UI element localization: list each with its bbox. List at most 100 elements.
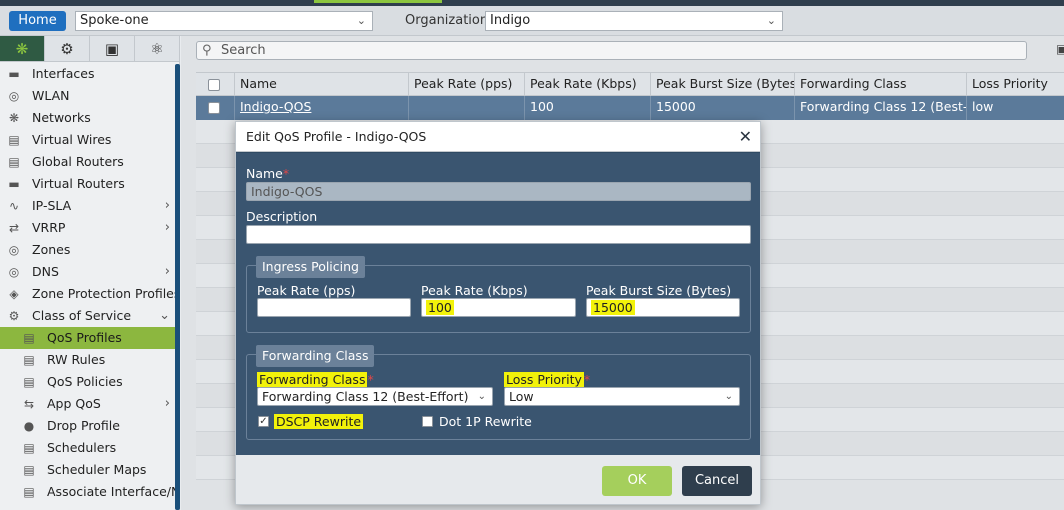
row-peak-pps — [409, 96, 525, 120]
row-checkbox[interactable] — [208, 101, 220, 114]
network-icon[interactable]: ❋ — [0, 36, 45, 62]
col-peak-kbps[interactable]: Peak Rate (Kbps) — [525, 73, 651, 97]
select-all-cell — [196, 73, 235, 97]
chevron-down-icon: ⌄ — [477, 391, 486, 402]
dot1p-rewrite-label: Dot 1P Rewrite — [439, 414, 532, 429]
edit-qos-dialog: Edit QoS Profile - Indigo-QOS ✕ Name* In… — [235, 121, 761, 505]
sidebar-item-wlan[interactable]: ◎ WLAN — [0, 85, 176, 107]
export-icon[interactable]: ▣ — [1056, 42, 1064, 56]
search-placeholder: Search — [221, 43, 266, 58]
chevron-right-icon: › — [164, 396, 170, 411]
drop-icon: ● — [23, 419, 35, 433]
sidebar-item-virtual-wires[interactable]: ▤ Virtual Wires — [0, 129, 176, 151]
sidebar-list: ▬ Interfaces ◎ WLAN ❋ Networks ▤ Virtual Wir… — [0, 63, 192, 503]
loss-priority-label: Loss Priority * — [504, 372, 591, 387]
col-name[interactable]: Name — [235, 73, 409, 97]
col-loss-priority[interactable]: Loss Priority — [967, 73, 1064, 97]
cancel-button[interactable]: Cancel — [682, 466, 752, 496]
sidebar-item-associate-interface[interactable]: ▤ Associate Interface/N... — [0, 481, 192, 503]
dialog-body: Name* Indigo-QOS Description Ingress Pol… — [236, 153, 760, 455]
peak-kbps-value: 100 — [426, 300, 454, 315]
vrrp-icon: ⇄ — [8, 221, 20, 235]
sidebar-item-interfaces[interactable]: ▬ Interfaces — [0, 63, 176, 85]
sidebar-item-drop-profile[interactable]: ● Drop Profile — [0, 415, 176, 437]
chevron-right-icon: › — [164, 220, 170, 235]
peak-kbps-field[interactable]: 100 — [421, 298, 576, 317]
description-field[interactable] — [246, 225, 751, 244]
row-name-link[interactable]: Indigo-QOS — [235, 96, 409, 120]
loss-priority-select[interactable]: Low ⌄ — [504, 387, 740, 406]
sidebar-item-global-routers[interactable]: ▤ Global Routers — [0, 151, 176, 173]
select-all-checkbox[interactable] — [208, 78, 220, 91]
gear-icon[interactable]: ⚙ — [45, 36, 90, 62]
sidebar-item-zone-protection[interactable]: ◈ Zone Protection Profiles — [0, 283, 180, 305]
table-header: Name Peak Rate (pps) Peak Rate (Kbps) Pe… — [196, 72, 1064, 97]
sidebar: ❋ ⚙ ▣ ⚛ ▬ Interfaces ◎ WLAN ❋ Networks ▤ Vir… — [0, 36, 192, 510]
row-burst: 15000 — [651, 96, 795, 120]
loss-priority-value: Low — [509, 389, 534, 404]
row-loss-priority: low — [972, 99, 994, 114]
dialog-title: Edit QoS Profile - Indigo-QOS — [246, 129, 427, 144]
chevron-right-icon: › — [164, 198, 170, 213]
chevron-right-icon: › — [164, 264, 170, 279]
burst-size-value: 15000 — [591, 300, 635, 315]
wire-icon: ▤ — [8, 133, 20, 147]
dialog-footer: OK Cancel — [236, 455, 760, 504]
appliance-select[interactable]: Spoke-one ⌄ — [75, 11, 373, 31]
sidebar-item-scheduler-maps[interactable]: ▤ Scheduler Maps — [0, 459, 176, 481]
link-icon: ▤ — [23, 485, 35, 499]
close-icon[interactable]: ✕ — [739, 127, 752, 146]
dscp-rewrite-checkbox[interactable]: ✓ — [258, 416, 269, 427]
sidebar-item-app-qos[interactable]: ⇆ App QoS › — [0, 393, 176, 415]
row-forwarding-class: Forwarding Class 12 (Best-Eff... — [795, 96, 967, 120]
chevron-down-icon: ⌄ — [766, 14, 776, 27]
appliance-value: Spoke-one — [80, 13, 149, 28]
dscp-rewrite-label: DSCP Rewrite — [274, 414, 364, 429]
dot1p-rewrite-checkbox[interactable] — [422, 416, 433, 427]
sidebar-item-dns[interactable]: ◎ DNS › — [0, 261, 176, 283]
sidebar-tabs: ❋ ⚙ ▣ ⚛ — [0, 36, 180, 62]
forwarding-class-select[interactable]: Forwarding Class 12 (Best-Effort) ⌄ — [257, 387, 493, 406]
sidebar-item-ip-sla[interactable]: ∿ IP-SLA › — [0, 195, 176, 217]
gears-icon[interactable]: ⚛ — [135, 36, 180, 62]
router-icon: ▤ — [8, 155, 20, 169]
sidebar-item-virtual-routers[interactable]: ▬ Virtual Routers — [0, 173, 176, 195]
cube-icon[interactable]: ▣ — [90, 36, 135, 62]
sidebar-item-zones[interactable]: ◎ Zones — [0, 239, 176, 261]
row-peak-kbps: 100 — [525, 96, 651, 120]
organization-select[interactable]: Indigo ⌄ — [485, 11, 783, 31]
col-forwarding-class[interactable]: Forwarding Class — [795, 73, 967, 97]
peak-pps-field[interactable] — [257, 298, 411, 317]
forwarding-class-legend: Forwarding Class — [256, 345, 375, 367]
zone-icon: ◎ — [8, 243, 20, 257]
dialog-header: Edit QoS Profile - Indigo-QOS ✕ — [236, 122, 760, 152]
description-label: Description — [246, 209, 318, 224]
peak-kbps-label: Peak Rate (Kbps) — [421, 283, 528, 298]
search-input[interactable]: ⚲ Search — [196, 41, 1027, 60]
chevron-down-icon: ⌄ — [159, 308, 170, 323]
header-bar: Home Spoke-one ⌄ Organization: Indigo ⌄ — [0, 6, 1064, 36]
organization-label: Organization: — [405, 13, 493, 28]
burst-size-field[interactable]: 15000 — [586, 298, 740, 317]
sidebar-scrollbar[interactable] — [175, 64, 180, 510]
peak-pps-label: Peak Rate (pps) — [257, 283, 356, 298]
document-icon: ▤ — [23, 375, 35, 389]
sidebar-item-networks[interactable]: ❋ Networks — [0, 107, 176, 129]
sidebar-item-qos-profiles[interactable]: ▤ QoS Profiles — [0, 327, 176, 349]
forwarding-class-value: Forwarding Class 12 (Best-Effort) — [262, 389, 469, 404]
table-row[interactable]: Indigo-QOS 100 15000 Forwarding Class 12… — [196, 96, 1064, 120]
settings-icon: ⚙ — [8, 309, 20, 323]
sidebar-item-qos-policies[interactable]: ▤ QoS Policies — [0, 371, 176, 393]
col-peak-pps[interactable]: Peak Rate (pps) — [409, 73, 525, 97]
chevron-down-icon: ⌄ — [724, 391, 733, 402]
home-button[interactable]: Home — [9, 11, 66, 31]
map-icon: ▤ — [23, 463, 35, 477]
sidebar-item-schedulers[interactable]: ▤ Schedulers — [0, 437, 176, 459]
col-burst[interactable]: Peak Burst Size (Bytes) — [651, 73, 795, 97]
name-field: Indigo-QOS — [246, 182, 751, 201]
ok-button[interactable]: OK — [602, 466, 672, 496]
sidebar-item-rw-rules[interactable]: ▤ RW Rules — [0, 349, 176, 371]
sidebar-item-class-of-service[interactable]: ⚙ Class of Service ⌄ — [0, 305, 176, 327]
sidebar-item-vrrp[interactable]: ⇄ VRRP › — [0, 217, 176, 239]
dns-icon: ◎ — [8, 265, 20, 279]
